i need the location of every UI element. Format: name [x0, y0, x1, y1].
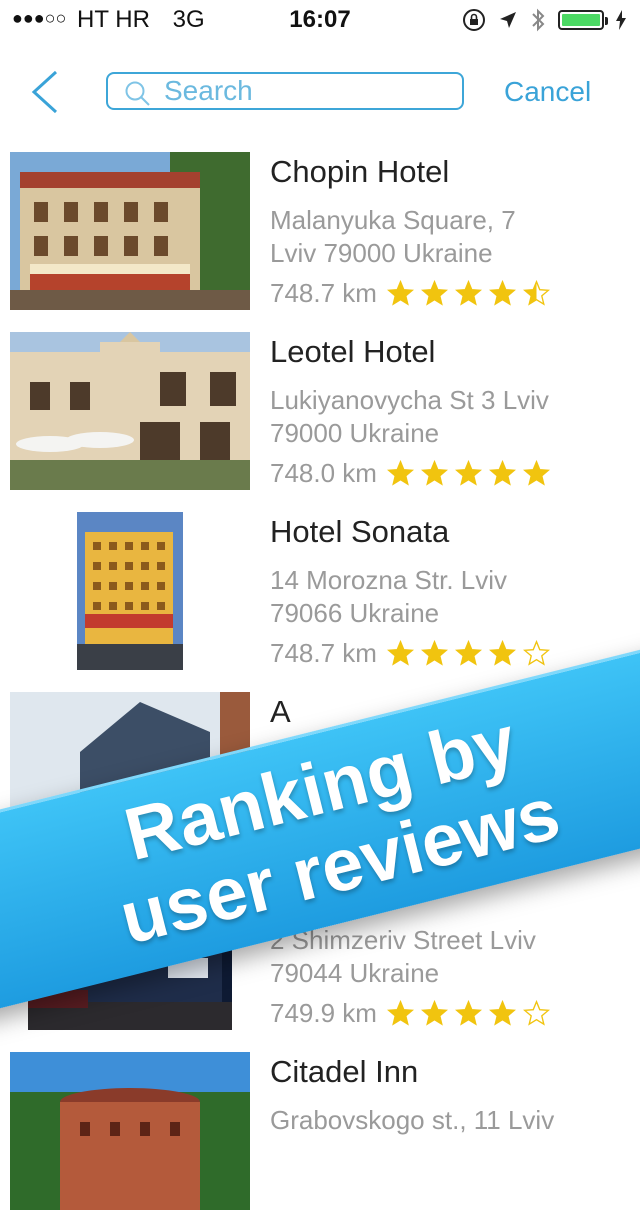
- star-filled-icon: [420, 280, 448, 306]
- hotel-row[interactable]: Leotel Hotel Lukiyanovycha St 3 Lviv 790…: [0, 330, 640, 510]
- star-filled-icon: [488, 460, 516, 486]
- hotel-info: Leotel Hotel Lukiyanovycha St 3 Lviv 790…: [270, 330, 630, 489]
- cancel-button[interactable]: Cancel: [504, 76, 591, 108]
- address-line: 79066 Ukraine: [270, 598, 440, 628]
- hotel-name: Citadel Inn: [270, 1054, 419, 1089]
- star-filled-icon: [454, 1000, 482, 1026]
- search-field[interactable]: [106, 72, 464, 110]
- star-filled-icon: [488, 280, 516, 306]
- battery-icon: [558, 10, 608, 30]
- orientation-lock-icon: [463, 9, 485, 31]
- hotel-info: Chopin Hotel Malanyuka Square, 7 Lviv 79…: [270, 150, 630, 309]
- address-line: 14 Morozna Str. Lviv: [270, 565, 507, 595]
- star-empty-icon: [522, 1000, 550, 1026]
- hotel-row[interactable]: Hotel Sonata 14 Morozna Str. Lviv 79066 …: [0, 510, 640, 690]
- hotel-distance: 748.7 km: [270, 278, 377, 308]
- hotel-address: 14 Morozna Str. Lviv 79066 Ukraine: [270, 564, 630, 630]
- hotel-distance: 748.0 km: [270, 458, 377, 488]
- address-line: 2 Shimzeriv Street Lviv: [270, 925, 536, 955]
- star-filled-icon: [454, 640, 482, 666]
- hotel-photo: [77, 512, 183, 670]
- address-line: Grabovskogo st., 11 Lviv: [270, 1105, 555, 1135]
- address-line: Lviv 79000 Ukraine: [270, 238, 493, 268]
- charging-icon: [616, 10, 626, 30]
- hotel-address: 2 Shimzeriv Street Lviv 79044 Ukraine: [270, 924, 630, 990]
- star-filled-icon: [488, 1000, 516, 1026]
- address-line: Lukiyanovycha St 3 Lviv: [270, 385, 549, 415]
- hotel-info: Hotel Sonata 14 Morozna Str. Lviv 79066 …: [270, 510, 630, 669]
- star-rating: [386, 460, 550, 487]
- star-filled-icon: [454, 280, 482, 306]
- back-chevron-icon[interactable]: [26, 70, 66, 114]
- hotel-address: Grabovskogo st., 11 Lviv: [270, 1104, 630, 1137]
- hotel-distance: 748.7 km: [270, 638, 377, 668]
- star-filled-icon: [420, 640, 448, 666]
- star-rating: [386, 640, 550, 667]
- hotel-name: Hotel Sonata: [270, 514, 450, 549]
- star-filled-icon: [386, 640, 414, 666]
- hotel-distance: 749.9 km: [270, 998, 377, 1028]
- hotel-name: Leotel Hotel: [270, 334, 436, 369]
- address-line: 79000 Ukraine: [270, 418, 440, 448]
- star-filled-icon: [386, 460, 414, 486]
- star-filled-icon: [454, 460, 482, 486]
- location-icon: [500, 12, 516, 28]
- hotel-photo: [10, 152, 250, 310]
- star-filled-icon: [386, 1000, 414, 1026]
- star-rating: [386, 1000, 550, 1027]
- hotel-photo: [10, 332, 250, 490]
- hotel-row[interactable]: Citadel Inn Grabovskogo st., 11 Lviv: [0, 1050, 640, 1230]
- address-line: Malanyuka Square, 7: [270, 205, 516, 235]
- star-empty-icon: [522, 640, 550, 666]
- hotel-name: Chopin Hotel: [270, 154, 450, 189]
- hotel-address: Lukiyanovycha St 3 Lviv 79000 Ukraine: [270, 384, 630, 450]
- hotel-meta: 748.7 km: [270, 638, 630, 669]
- star-filled-icon: [522, 460, 550, 486]
- hotel-row[interactable]: Chopin Hotel Malanyuka Square, 7 Lviv 79…: [0, 150, 640, 330]
- star-filled-icon: [420, 1000, 448, 1026]
- star-half-icon: [522, 280, 550, 306]
- star-filled-icon: [420, 460, 448, 486]
- address-line: 79044 Ukraine: [270, 958, 440, 988]
- hotel-info: Citadel Inn Grabovskogo st., 11 Lviv: [270, 1050, 630, 1137]
- star-filled-icon: [386, 280, 414, 306]
- hotel-photo: [10, 1052, 250, 1210]
- status-bar: ●●●○○ HT HR 3G 16:07: [0, 0, 640, 40]
- hotel-meta: 748.0 km: [270, 458, 630, 489]
- nav-bar: Cancel: [0, 40, 640, 140]
- star-filled-icon: [488, 640, 516, 666]
- hotel-address: Malanyuka Square, 7 Lviv 79000 Ukraine: [270, 204, 630, 270]
- hotel-meta: 749.9 km: [270, 998, 630, 1029]
- search-icon: [125, 81, 150, 106]
- bluetooth-icon: [532, 8, 545, 32]
- hotel-meta: 748.7 km: [270, 278, 630, 309]
- status-icons: [462, 6, 626, 34]
- search-input[interactable]: [164, 74, 454, 108]
- star-rating: [386, 280, 550, 307]
